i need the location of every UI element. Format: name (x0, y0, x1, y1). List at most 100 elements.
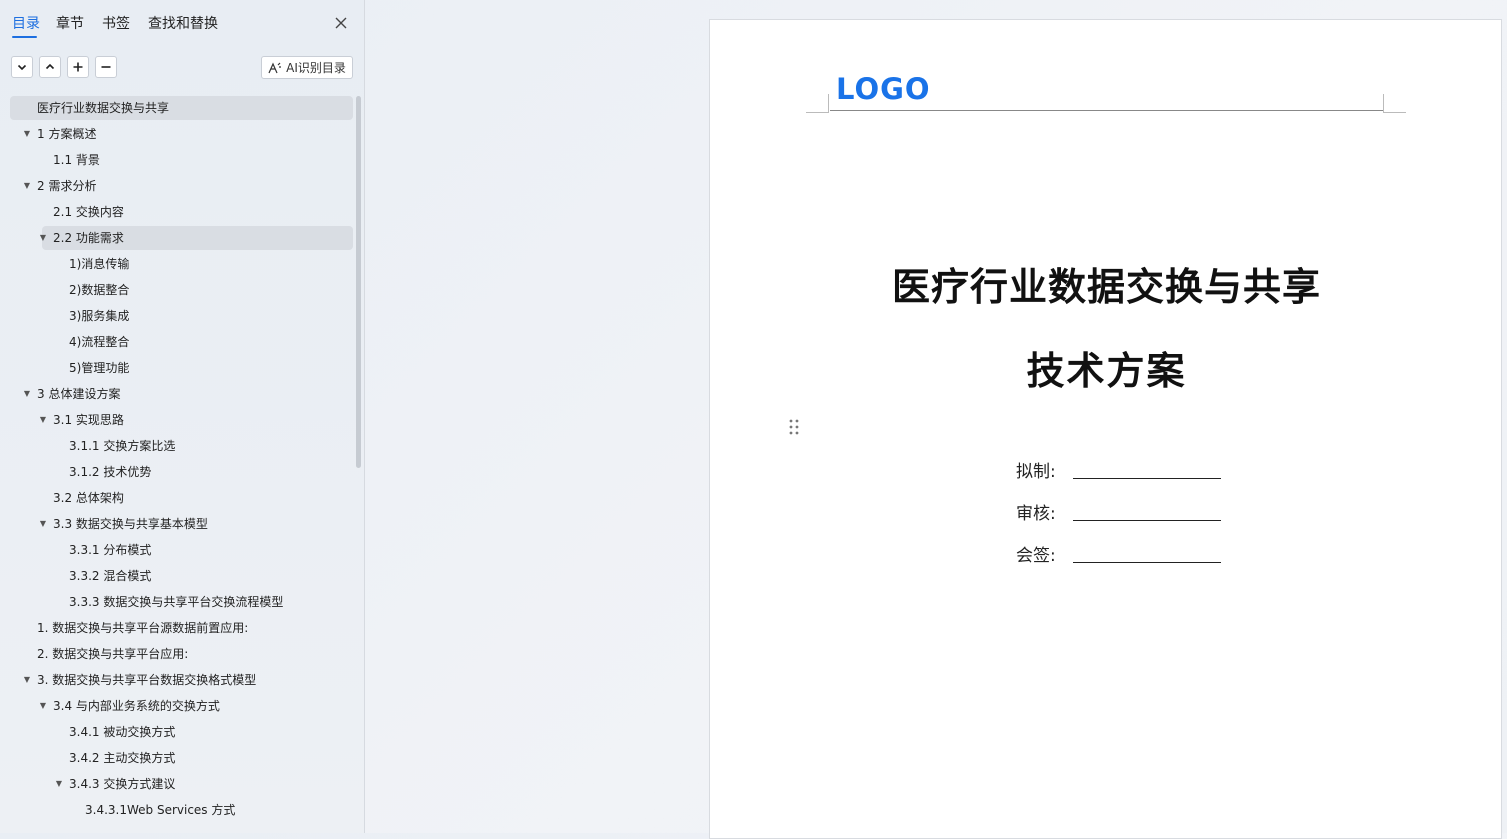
header-rule (830, 110, 1383, 111)
sidebar-tabbar: 目录 章节 书签 查找和替换 (0, 0, 365, 46)
toc-item[interactable]: 3.4.3.1Web Services 方式 (10, 798, 353, 822)
toc-scrollbar[interactable] (356, 96, 361, 468)
signature-label: 拟制: (1016, 462, 1056, 482)
add-heading-button[interactable] (67, 56, 89, 78)
toc-item-label: 3.3.3 数据交换与共享平台交换流程模型 (69, 595, 284, 609)
toc-item[interactable]: 3.1.2 技术优势 (10, 460, 353, 484)
toc-item-label: 3.1 实现思路 (53, 413, 124, 427)
toc-item-label: 3.3.1 分布模式 (69, 543, 152, 557)
toc-item[interactable]: ▼ 2.2 功能需求 (40, 226, 353, 250)
toc-item[interactable]: 2)数据整合 (10, 278, 353, 302)
signature-blank[interactable] (1073, 478, 1221, 479)
toc-item[interactable]: 3.1.1 交换方案比选 (10, 434, 353, 458)
toc-item-label: 1)消息传输 (69, 257, 130, 271)
toc-item[interactable]: 5)管理功能 (10, 356, 353, 380)
tab-toc[interactable]: 目录 (12, 14, 40, 34)
toc-item[interactable]: 2. 数据交换与共享平台应用: (10, 642, 353, 666)
caret-down-icon[interactable]: ▼ (22, 122, 32, 146)
ai-button-label: AI识别目录 (286, 61, 346, 75)
toc-item-label: 2.2 功能需求 (53, 231, 124, 245)
toc-item[interactable]: 3.3.2 混合模式 (10, 564, 353, 588)
margin-corner-mark (1383, 94, 1406, 113)
toc-item[interactable]: 1. 数据交换与共享平台源数据前置应用: (10, 616, 353, 640)
toc-tree: 医疗行业数据交换与共享 ▼ 1 方案概述 1.1 背景 ▼ 2 需求分析 2.1 交换内容 ▼… (10, 96, 353, 833)
toc-item-label: 3.2 总体架构 (53, 491, 124, 505)
collapse-all-button[interactable] (39, 56, 61, 78)
document-page: LOGO 医疗行业数据交换与共享 技术方案 拟制: 审核: 会签: (709, 19, 1502, 839)
toc-item-label: 医疗行业数据交换与共享 (37, 101, 170, 115)
caret-down-icon[interactable]: ▼ (38, 694, 48, 718)
toc-item-label: 3.4.3.1Web Services 方式 (85, 803, 236, 817)
toc-item[interactable]: ▼ 1 方案概述 (10, 122, 353, 146)
toc-item-label: 3.4.3 交换方式建议 (69, 777, 176, 791)
margin-corner-mark (806, 94, 829, 113)
toc-item-label: 5)管理功能 (69, 361, 130, 375)
toc-item[interactable]: 医疗行业数据交换与共享 (10, 96, 353, 120)
toc-item-label: 3)服务集成 (69, 309, 130, 323)
toc-item[interactable]: 1.1 背景 (10, 148, 353, 172)
remove-heading-button[interactable] (95, 56, 117, 78)
caret-down-icon[interactable]: ▼ (38, 512, 48, 536)
minus-icon (101, 66, 111, 68)
toc-item[interactable]: 3)服务集成 (10, 304, 353, 328)
toc-item-label: 2)数据整合 (69, 283, 130, 297)
toc-item[interactable]: 3.4.2 主动交换方式 (10, 746, 353, 770)
toc-item-label: 3.4.1 被动交换方式 (69, 725, 176, 739)
toc-item-label: 3.1.1 交换方案比选 (69, 439, 176, 453)
toc-item-label: 3.4 与内部业务系统的交换方式 (53, 699, 220, 713)
tab-chapters[interactable]: 章节 (56, 14, 84, 34)
toc-item[interactable]: 3.3.3 数据交换与共享平台交换流程模型 (10, 590, 353, 614)
toc-item[interactable]: 3.3.1 分布模式 (10, 538, 353, 562)
toc-item-label: 2.1 交换内容 (53, 205, 124, 219)
chevron-up-icon (45, 63, 55, 70)
document-title[interactable]: 医疗行业数据交换与共享 (710, 256, 1503, 311)
toc-item-label: 1. 数据交换与共享平台源数据前置应用: (37, 621, 249, 635)
toc-item[interactable]: 3.2 总体架构 (10, 486, 353, 510)
toc-toolbar: AI识别目录 (0, 56, 365, 82)
toc-item-label: 3 总体建设方案 (37, 387, 121, 401)
plus-icon (73, 62, 83, 72)
sidebar: 目录 章节 书签 查找和替换 AI识别目录 医疗行业数据交换与共享 ▼ 1 方案概述… (0, 0, 365, 833)
caret-down-icon[interactable]: ▼ (22, 174, 32, 198)
logo-text: LOGO (836, 72, 931, 106)
signature-blank[interactable] (1073, 562, 1221, 563)
toc-item[interactable]: ▼ 3.1 实现思路 (10, 408, 353, 432)
toc-item[interactable]: ▼ 2 需求分析 (10, 174, 353, 198)
active-tab-indicator (12, 36, 37, 38)
tab-find-replace[interactable]: 查找和替换 (148, 14, 218, 34)
signature-label: 审核: (1016, 504, 1056, 524)
toc-item-label: 2. 数据交换与共享平台应用: (37, 647, 189, 661)
ai-recognize-toc-button[interactable]: AI识别目录 (261, 56, 353, 79)
ai-magic-icon (268, 62, 282, 73)
toc-item[interactable]: ▼ 3.3 数据交换与共享基本模型 (10, 512, 353, 536)
expand-all-button[interactable] (11, 56, 33, 78)
toc-item-label: 1.1 背景 (53, 153, 100, 167)
toc-item[interactable]: 4)流程整合 (10, 330, 353, 354)
toc-item-label: 1 方案概述 (37, 127, 97, 141)
toc-item-label: 3.3 数据交换与共享基本模型 (53, 517, 208, 531)
caret-down-icon[interactable]: ▼ (38, 408, 48, 432)
drag-handle-icon[interactable] (788, 418, 800, 436)
toc-item-label: 3. 数据交换与共享平台数据交换格式模型 (37, 673, 257, 687)
toc-item-label: 3.3.2 混合模式 (69, 569, 152, 583)
chevron-down-icon (17, 64, 27, 71)
caret-down-icon[interactable]: ▼ (22, 382, 32, 406)
document-subtitle[interactable]: 技术方案 (710, 340, 1503, 395)
caret-down-icon[interactable]: ▼ (54, 772, 64, 796)
toc-item[interactable]: 1)消息传输 (10, 252, 353, 276)
toc-item[interactable]: 3.4.1 被动交换方式 (10, 720, 353, 744)
toc-item-label: 2 需求分析 (37, 179, 97, 193)
close-icon[interactable] (332, 14, 350, 32)
toc-item[interactable]: 2.1 交换内容 (10, 200, 353, 224)
toc-item-label: 4)流程整合 (69, 335, 130, 349)
caret-down-icon[interactable]: ▼ (38, 226, 48, 250)
toc-item[interactable]: ▼ 3. 数据交换与共享平台数据交换格式模型 (10, 668, 353, 692)
toc-item-label: 3.1.2 技术优势 (69, 465, 152, 479)
tab-bookmarks[interactable]: 书签 (102, 14, 130, 34)
toc-item[interactable]: ▼ 3.4.3 交换方式建议 (10, 772, 353, 796)
caret-down-icon[interactable]: ▼ (22, 668, 32, 692)
toc-item[interactable]: ▼ 3 总体建设方案 (10, 382, 353, 406)
signature-label: 会签: (1016, 546, 1056, 566)
toc-item[interactable]: ▼ 3.4 与内部业务系统的交换方式 (10, 694, 353, 718)
signature-blank[interactable] (1073, 520, 1221, 521)
